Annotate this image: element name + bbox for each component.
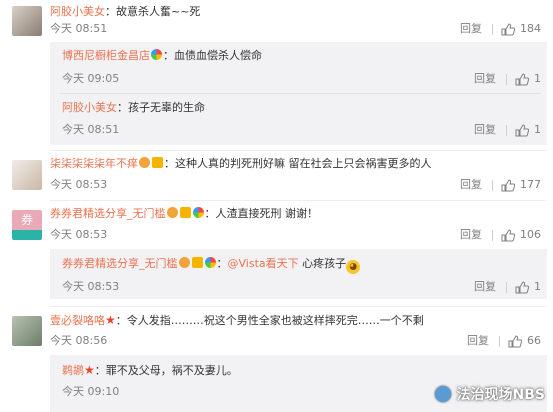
avatar[interactable]: [12, 160, 42, 190]
reply-body: 鹈鹕★：罪不及父母，祸不及妻儿。: [62, 362, 238, 379]
comment-divider: [50, 150, 547, 151]
comment-time: 今天 08:53: [50, 178, 108, 191]
like-count: 1: [534, 280, 541, 293]
avatar[interactable]: 券: [12, 210, 42, 240]
reply-button[interactable]: 回复: [460, 178, 482, 192]
comment-text: ：令人发指………祝这个男性全家也被这样摔死完……一个不剩: [115, 314, 424, 327]
thumbs-up-icon[interactable]: [501, 22, 515, 36]
reply-button[interactable]: 回复: [474, 280, 496, 294]
comment-username[interactable]: 壹必裂咯咯: [50, 314, 105, 327]
action-separator: [506, 73, 507, 85]
like-count: 1: [534, 72, 541, 85]
reply-text: ：血债血偿杀人偿命: [163, 49, 262, 62]
like-count: 1: [534, 123, 541, 136]
thumbs-up-icon[interactable]: [508, 334, 522, 348]
comment-time: 今天 08:56: [50, 334, 108, 347]
action-separator: [506, 281, 507, 293]
reply-body: 博西尼橱柜金昌店 ：血债血偿杀人偿命: [62, 48, 262, 64]
action-separator: [492, 23, 493, 35]
crying-face-icon: ◕: [346, 260, 361, 274]
comment-divider: [50, 306, 547, 307]
reply-body: 阿胶小美女：孩子无辜的生命: [62, 100, 205, 116]
reply-button[interactable]: 回复: [474, 123, 496, 137]
thumbs-up-icon[interactable]: [501, 228, 515, 242]
color-badge-icon: [204, 257, 216, 268]
comment-text: ：人渣直接死刑 谢谢！: [204, 207, 319, 220]
vip-badge-icon: [152, 157, 163, 168]
reply-time: 今天 08:51: [62, 123, 120, 136]
comment-username[interactable]: 柒柒柒柒柒年不痒: [50, 157, 138, 170]
vip-badge-icon: [179, 207, 191, 218]
like-count: 66: [527, 334, 541, 347]
reply-button[interactable]: 回复: [460, 228, 482, 242]
comment-body: 壹必裂咯咯★：令人发指………祝这个男性全家也被这样摔死完……一个不剩: [50, 312, 424, 329]
heart-badge-icon: [139, 157, 150, 168]
comment-username[interactable]: 券券君精选分享_无门槛: [50, 207, 166, 220]
comment-divider: [50, 200, 547, 201]
thumbs-up-icon[interactable]: [501, 178, 515, 192]
like-count: 184: [520, 22, 541, 35]
reply-body: 券券君精选分享_无门槛 ：@Vista看天下 心疼孩子 ◕: [62, 256, 361, 274]
reply-text: 心疼孩子: [298, 257, 347, 270]
like-count: 177: [520, 178, 541, 191]
comment-time: 今天 08:53: [50, 228, 108, 241]
thumbs-up-icon[interactable]: [515, 72, 529, 86]
comment-time: 今天 08:51: [50, 22, 108, 35]
reply-time: 今天 09:10: [62, 385, 120, 398]
reply-time: 今天 09:05: [62, 72, 120, 85]
comment-username[interactable]: 阿胶小美女: [50, 5, 105, 18]
action-separator: [492, 179, 493, 191]
comment-body: 柒柒柒柒柒年不痒 ：这种人真的判死刑好嘛 留在社会上只会祸害更多的人: [50, 156, 432, 172]
reply-text: ：孩子无辜的生命: [117, 101, 205, 114]
comment-actions: 回复 106: [460, 228, 541, 242]
comment-actions: 回复 177: [460, 178, 541, 192]
heart-badge-icon: [178, 257, 190, 268]
reply-button[interactable]: 回复: [467, 334, 489, 348]
avatar-banner: [12, 230, 42, 240]
reply-actions: 回复 1: [474, 280, 541, 294]
reply-text: ：罪不及父母，祸不及妻儿。: [94, 364, 238, 377]
reply-username[interactable]: 鹈鹕: [62, 364, 84, 377]
reply-divider: [60, 93, 541, 94]
reply-username[interactable]: 阿胶小美女: [62, 101, 117, 114]
vip-badge-icon: [191, 257, 203, 268]
like-count: 106: [520, 228, 541, 241]
star-badge-icon: ★: [105, 313, 116, 327]
thumbs-up-icon[interactable]: [515, 123, 529, 137]
comment-body: 阿胶小美女：故意杀人奮~~死: [50, 4, 200, 20]
reply-time: 今天 08:53: [62, 280, 120, 293]
action-separator: [506, 124, 507, 136]
action-separator: [499, 335, 500, 347]
watermark: 法治现场NBS: [434, 384, 545, 404]
reply-actions: 回复 1: [474, 123, 541, 137]
comment-text: ：这种人真的判死刑好嘛 留在社会上只会祸害更多的人: [164, 157, 432, 170]
reply-button[interactable]: 回复: [460, 22, 482, 36]
comment-text: ：故意杀人奮~~死: [105, 5, 201, 18]
avatar[interactable]: [12, 316, 42, 346]
comment-body: 券券君精选分享_无门槛 ：人渣直接死刑 谢谢！: [50, 206, 318, 222]
color-badge-icon: [192, 207, 204, 218]
reply-button[interactable]: 回复: [474, 72, 496, 86]
action-separator: [492, 229, 493, 241]
comment-actions: 回复 66: [467, 334, 541, 348]
reply-username[interactable]: 博西尼橱柜金昌店: [62, 49, 150, 62]
avatar-logo-text: 券: [20, 213, 33, 227]
wechat-icon: [434, 386, 451, 402]
mention-link[interactable]: @Vista看天下: [228, 257, 299, 270]
star-badge-icon: ★: [84, 363, 95, 377]
reply-actions: 回复 1: [474, 72, 541, 86]
reply-colon: ：: [216, 257, 228, 270]
heart-badge-icon: [166, 207, 178, 218]
comment-actions: 回复 184: [460, 22, 541, 36]
reply-username[interactable]: 券券君精选分享_无门槛: [62, 257, 178, 270]
avatar[interactable]: [12, 6, 42, 36]
thumbs-up-icon[interactable]: [515, 280, 529, 294]
color-badge-icon: [151, 49, 162, 60]
watermark-text: 法治现场NBS: [456, 387, 545, 403]
